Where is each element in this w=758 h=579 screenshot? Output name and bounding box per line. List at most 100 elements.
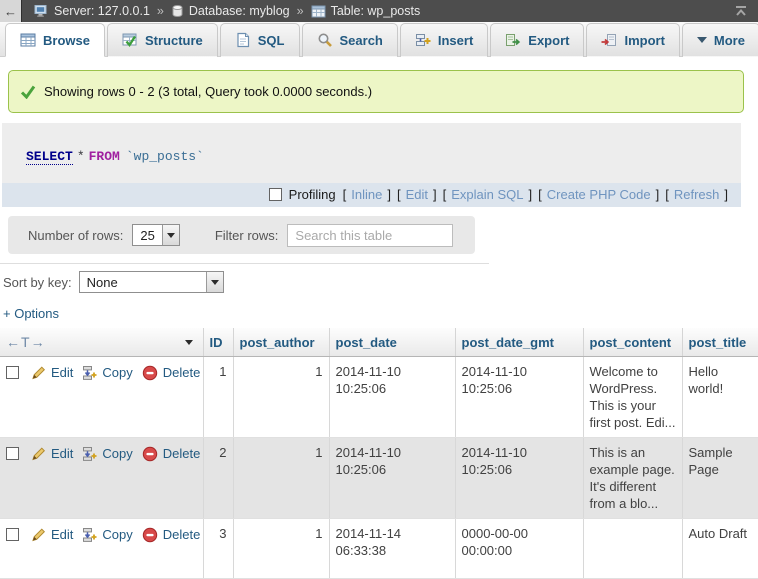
breadcrumb-separator: » [295,4,306,18]
tab-search[interactable]: Search [302,23,398,57]
select-dropdown-button[interactable] [206,272,223,292]
filter-rows-input[interactable] [287,224,453,247]
refresh-link[interactable]: Refresh [674,187,720,202]
tab-structure[interactable]: Structure [107,23,218,57]
copy-icon [82,446,97,462]
rows-controls: Number of rows: 25 Filter rows: [8,216,475,254]
tab-browse[interactable]: Browse [5,23,105,57]
breadcrumb-server[interactable]: Server: 127.0.0.1 [34,4,150,18]
profiling-checkbox[interactable] [269,188,282,201]
structure-icon [122,32,138,48]
table-header-row: ←T→ ID post_author post_date post_date_g… [0,328,758,357]
column-options-dropdown-icon[interactable] [185,340,193,345]
results-table: ←T→ ID post_author post_date post_date_g… [0,328,758,579]
import-icon [601,32,617,48]
select-dropdown-button[interactable] [162,225,179,245]
bracket: [ [664,187,670,202]
chevron-down-icon [211,280,219,285]
cell-post-date-gmt: 0000-00-00 00:00:00 [455,519,583,579]
tab-import[interactable]: Import [586,23,679,57]
tab-sql[interactable]: SQL [220,23,300,57]
copy-row-link[interactable]: Copy [102,526,132,543]
sql-query-box: SELECT*FROM`wp_posts` [2,123,741,183]
breadcrumb-server-label: Server: 127.0.0.1 [54,4,150,18]
copy-icon [82,527,97,543]
collapse-console-icon[interactable] [734,5,748,17]
inline-link[interactable]: Inline [351,187,382,202]
delete-row-link[interactable]: Delete [163,526,201,543]
explain-sql-link[interactable]: Explain SQL [451,187,523,202]
cell-post-content: Welcome to WordPress. This is your first… [583,357,682,438]
success-message-text: Showing rows 0 - 2 (3 total, Query took … [44,84,372,99]
table-row: Edit Copy [0,357,758,438]
cell-post-date: 2014-11-14 06:33:38 [329,519,455,579]
column-header-post-content[interactable]: post_content [583,328,682,357]
breadcrumb-table[interactable]: Table: wp_posts [311,4,421,18]
query-section: SELECT*FROM`wp_posts` Profiling [ Inline… [2,123,741,207]
column-header-id[interactable]: ID [203,328,233,357]
bracket: ] [528,187,534,202]
bracket: ] [723,187,729,202]
create-php-code-link[interactable]: Create PHP Code [547,187,651,202]
delete-icon [142,527,158,543]
tab-structure-label: Structure [145,33,203,48]
tab-more[interactable]: More [682,23,758,57]
filter-rows-label: Filter rows: [215,228,279,243]
column-header-post-date[interactable]: post_date [329,328,455,357]
edit-row-link[interactable]: Edit [51,445,73,462]
sql-query-text: SELECT*FROM`wp_posts` [26,149,204,165]
breadcrumb-database-label: Database: myblog [189,4,290,18]
browse-icon [20,32,36,48]
export-icon [505,32,521,48]
edit-row-link[interactable]: Edit [51,526,73,543]
tab-insert-label: Insert [438,33,473,48]
cell-id: 1 [203,357,233,438]
cell-post-date-gmt: 2014-11-10 10:25:06 [455,357,583,438]
bracket: ] [655,187,661,202]
column-header-post-title[interactable]: post_title [682,328,758,357]
sql-table-name: `wp_posts` [120,149,204,164]
row-checkbox[interactable] [6,528,19,541]
cell-post-date: 2014-11-10 10:25:06 [329,357,455,438]
pencil-icon [31,446,46,461]
chevron-down-icon [167,233,175,238]
row-checkbox[interactable] [6,447,19,460]
sql-keyword-select: SELECT [26,149,73,165]
copy-row-link[interactable]: Copy [102,445,132,462]
breadcrumb: Server: 127.0.0.1 » Database: myblog » [34,4,420,18]
cell-post-content [583,519,682,579]
column-header-post-date-gmt[interactable]: post_date_gmt [455,328,583,357]
delete-row-link[interactable]: Delete [163,445,201,462]
chevron-down-icon [697,37,707,43]
sort-by-key-select[interactable]: None [79,271,224,293]
edit-row-link[interactable]: Edit [51,364,73,381]
tab-search-label: Search [340,33,383,48]
profiling-label: Profiling [289,187,336,202]
tab-sql-label: SQL [258,33,285,48]
tab-browse-label: Browse [43,33,90,48]
options-toggle-link[interactable]: + Options [3,306,59,321]
tab-export[interactable]: Export [490,23,584,57]
cell-post-author: 1 [233,519,329,579]
tab-insert[interactable]: Insert [400,23,488,57]
pencil-icon [31,527,46,542]
row-checkbox[interactable] [6,366,19,379]
cell-post-author: 1 [233,357,329,438]
check-icon [20,85,36,99]
breadcrumb-database[interactable]: Database: myblog [171,4,290,18]
cell-post-content: This is an example page. It's different … [583,438,682,519]
cell-post-date: 2014-11-10 10:25:06 [329,438,455,519]
number-of-rows-select[interactable]: 25 [132,224,179,246]
copy-row-link[interactable]: Copy [102,364,132,381]
query-actions-bar: Profiling [ Inline ] [ Edit ] [ Explain … [2,183,741,207]
pencil-icon [31,365,46,380]
delete-row-link[interactable]: Delete [163,364,201,381]
tab-export-label: Export [528,33,569,48]
column-header-post-author[interactable]: post_author [233,328,329,357]
row-actions-position-icon[interactable]: ←T→ [6,334,46,350]
success-message: Showing rows 0 - 2 (3 total, Query took … [8,70,744,113]
cell-post-title: Sample Page [682,438,758,519]
nav-panel-toggle-button[interactable]: ← [0,0,22,22]
edit-query-link[interactable]: Edit [406,187,428,202]
number-of-rows-label: Number of rows: [28,228,123,243]
